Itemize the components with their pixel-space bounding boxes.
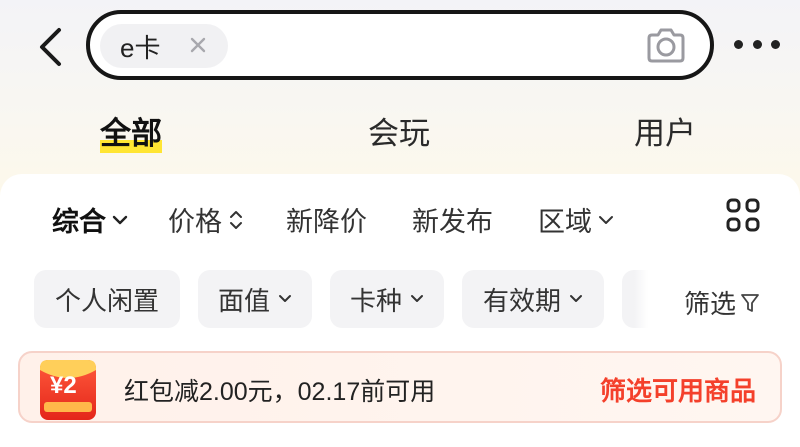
coupon-filter-link[interactable]: 筛选可用商品	[600, 371, 756, 408]
tab-label: 用户	[634, 116, 696, 151]
filter-label: 面值	[217, 285, 270, 316]
sort-label: 价格	[168, 207, 222, 237]
camera-icon[interactable]	[644, 25, 688, 67]
sort-price-drop[interactable]: 新降价	[286, 200, 367, 239]
filter-label: 个人闲置	[54, 285, 159, 316]
filter-validity[interactable]: 有效期	[462, 270, 604, 328]
tab-play[interactable]: 会玩	[368, 108, 430, 153]
search-keyword-chip[interactable]: e卡	[100, 24, 228, 68]
more-icon[interactable]	[734, 40, 780, 52]
filter-label: 有效期	[482, 285, 561, 316]
sort-label: 新发布	[412, 207, 493, 237]
chevron-down-icon	[570, 295, 582, 302]
coupon-amount: ¥2	[50, 372, 77, 399]
tab-label: 全部	[100, 116, 162, 151]
keyword-chip-label: e卡	[120, 32, 161, 63]
chevron-down-icon	[112, 215, 128, 224]
close-icon[interactable]	[188, 35, 208, 55]
chevron-left-icon	[40, 28, 61, 66]
sort-newest[interactable]: 新发布	[412, 200, 493, 239]
chevron-down-icon	[599, 215, 613, 224]
tab-label: 会玩	[368, 116, 430, 151]
filter-card-type[interactable]: 卡种	[330, 270, 444, 328]
filter-personal-idle[interactable]: 个人闲置	[34, 270, 180, 328]
funnel-icon	[741, 293, 759, 312]
sort-price[interactable]: 价格	[168, 200, 244, 239]
chevron-down-icon	[411, 295, 423, 302]
sort-label: 新降价	[286, 207, 367, 237]
search-input[interactable]: e卡	[86, 10, 714, 80]
grid-icon[interactable]	[726, 198, 760, 232]
sort-label: 区域	[538, 207, 592, 237]
tab-user[interactable]: 用户	[634, 108, 696, 153]
sort-label: 综合	[52, 207, 106, 237]
sort-updown-icon	[230, 210, 242, 229]
filter-overflow-chip[interactable]	[622, 270, 648, 328]
sort-region[interactable]: 区域	[538, 200, 614, 239]
back-button[interactable]	[30, 24, 70, 70]
filter-button-label: 筛选	[684, 289, 737, 319]
sort-comprehensive[interactable]: 综合	[52, 200, 128, 239]
filter-label: 卡种	[349, 285, 402, 316]
coupon-description: 红包减2.00元，02.17前可用	[124, 378, 436, 406]
filter-button[interactable]: 筛选	[684, 284, 760, 321]
chevron-down-icon	[279, 295, 291, 302]
filter-face-value[interactable]: 面值	[198, 270, 312, 328]
tab-all[interactable]: 全部	[100, 108, 162, 153]
